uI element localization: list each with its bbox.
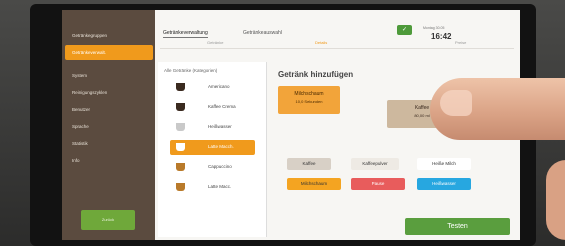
subtab-drinks[interactable]: Getränke — [207, 40, 223, 45]
back-button[interactable]: Zurück — [81, 210, 135, 230]
list-item[interactable]: Cappuccino — [170, 160, 255, 175]
sidebar: Getränkegruppen Getränkeverwalt. System … — [62, 10, 155, 240]
subtab-details[interactable]: Details — [315, 40, 327, 45]
drink-name: Heißwasser — [208, 124, 232, 129]
ingredient-coffee-powder[interactable]: Kaffeepulver — [351, 158, 399, 170]
drink-name: Latte Macc. — [208, 184, 232, 189]
sidebar-item-language[interactable]: Sprache — [65, 119, 153, 134]
sidebar-item-users[interactable]: Benutzer — [65, 102, 153, 117]
step-1-value: 10,0 Sekunden — [295, 99, 323, 104]
cup-icon — [176, 123, 185, 131]
cup-icon — [176, 163, 185, 171]
sidebar-item-system[interactable]: System — [65, 68, 153, 83]
date-display: Montag 30.05 — [423, 26, 445, 30]
tab-drink-management[interactable]: Getränkeverwaltung — [163, 30, 208, 38]
drink-name: Cappuccino — [208, 164, 232, 169]
ingredient-hot-milk[interactable]: Heiße Milch — [417, 158, 471, 170]
cup-icon — [176, 83, 185, 91]
list-item[interactable]: Americano — [170, 80, 255, 95]
time-display: 16:42 — [431, 32, 452, 41]
ingredient-hot-water[interactable]: Heißwasser — [417, 178, 471, 190]
drink-name: Kaffee Crema — [208, 104, 236, 109]
step-1-name: Milchschaum — [294, 91, 324, 97]
drink-list-header: Alle Getränke (Kategorien) — [164, 68, 218, 73]
ingredient-coffee[interactable]: Kaffee — [287, 158, 331, 170]
list-item[interactable]: Kaffee Crema — [170, 100, 255, 115]
sidebar-item-drink-management[interactable]: Getränkeverwalt. — [65, 45, 153, 60]
confirm-button[interactable]: ✓ — [397, 25, 412, 35]
drink-list: Alle Getränke (Kategorien) Americano Kaf… — [158, 62, 267, 237]
list-item[interactable]: Latte Macc. — [170, 180, 255, 195]
sidebar-item-info[interactable]: Info — [65, 153, 153, 168]
panel-title: Getränk hinzufügen — [278, 70, 354, 79]
ingredient-milk-foam[interactable]: Milchschaum — [287, 178, 341, 190]
subtab-divider — [160, 48, 514, 49]
drink-name: Americano — [208, 84, 230, 89]
sidebar-item-drink-groups[interactable]: Getränkegruppen — [65, 28, 153, 43]
back-button-label: Zurück — [101, 217, 115, 222]
ingredient-pause[interactable]: Pause — [351, 178, 405, 190]
recipe-step-1[interactable]: Milchschaum 10,0 Sekunden — [278, 86, 340, 114]
list-item[interactable]: Heißwasser — [170, 120, 255, 135]
tab-drink-selection[interactable]: Getränkeauswahl — [243, 30, 282, 36]
sidebar-item-statistics[interactable]: Statistik — [65, 136, 153, 151]
cup-icon — [176, 103, 185, 111]
list-item-selected[interactable]: Latte Macch. — [170, 140, 255, 155]
drink-name: Latte Macch. — [208, 144, 234, 149]
check-icon: ✓ — [401, 27, 408, 33]
test-button[interactable]: Testen — [405, 218, 510, 235]
cup-icon — [176, 143, 185, 151]
sidebar-item-cleaning[interactable]: Reinigungszyklen — [65, 85, 153, 100]
finger-nail — [440, 90, 472, 116]
cup-icon — [176, 183, 185, 191]
thumb — [546, 160, 565, 240]
subtab-prices[interactable]: Preise — [455, 40, 466, 45]
